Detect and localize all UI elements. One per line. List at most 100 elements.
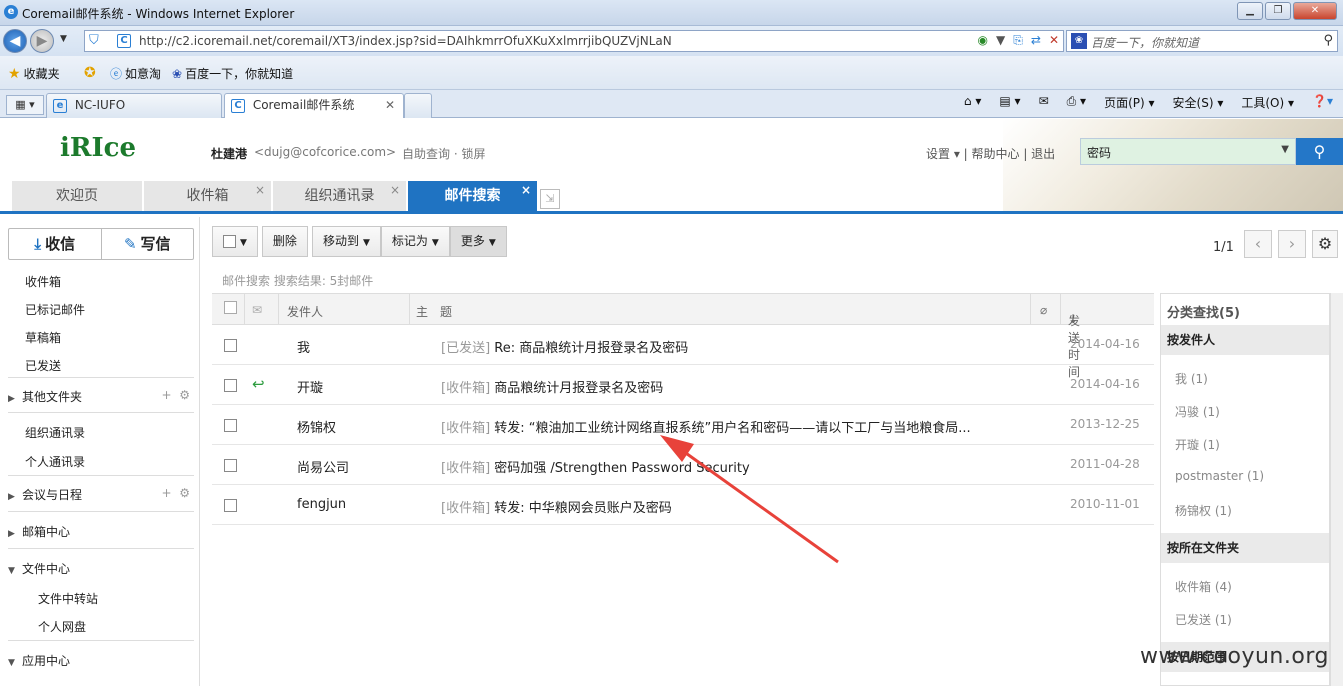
sidebar-group-file-center[interactable]: ▼ 文件中心 [8, 560, 194, 577]
ie-search-box[interactable]: ❀ 百度一下，你就知道 ⚲ [1066, 30, 1338, 52]
filter-sender-item[interactable]: postmaster (1) [1175, 469, 1264, 483]
sidebar-group-app-center[interactable]: ▼ 应用中心 [8, 652, 194, 669]
company-logo[interactable]: iRIce [60, 133, 136, 163]
tab-mail-search[interactable]: 邮件搜索 × [408, 181, 538, 211]
row-checkbox[interactable] [224, 499, 237, 512]
address-field[interactable]: ⛉ C http://c2.icoremail.net/coremail/XT3… [84, 30, 1064, 52]
prev-page-button[interactable]: ‹ [1244, 230, 1272, 258]
close-tab-icon[interactable]: × [255, 175, 265, 205]
close-window-button[interactable]: ✕ [1293, 2, 1337, 20]
search-dropdown-icon[interactable]: ▼ [1281, 144, 1289, 155]
sidebar-item-flagged[interactable]: 已标记邮件 [25, 301, 85, 318]
gear-icon[interactable]: ⚙ [179, 388, 190, 402]
sidebar-item-file-transfer[interactable]: 文件中转站 [38, 590, 98, 607]
stop-icon[interactable]: ✕ [1049, 33, 1059, 48]
next-page-button[interactable]: › [1278, 230, 1306, 258]
settings-gear-button[interactable]: ⚙ [1312, 230, 1338, 258]
close-tab-icon[interactable]: × [521, 175, 531, 205]
row-checkbox[interactable] [224, 459, 237, 472]
tab-restore-icon[interactable]: ⇲ [540, 189, 560, 209]
filter-sender-item[interactable]: 我 (1) [1175, 370, 1208, 387]
add-icon[interactable]: + [162, 388, 172, 402]
header-links[interactable]: 自助查询 · 锁屏 [402, 145, 485, 162]
tab-welcome[interactable]: 欢迎页 [12, 181, 143, 211]
attachment-icon[interactable]: ⌀ [1040, 303, 1047, 317]
row-subject-cell[interactable]: [收件箱] 转发: 中华粮网会员账户及密码 [441, 497, 672, 516]
more-button[interactable]: 更多 ▼ [449, 226, 507, 257]
row-checkbox[interactable] [224, 419, 237, 432]
row-subject-cell[interactable]: [已发送] Re: 商品粮统计月报登录名及密码 [441, 337, 688, 356]
panel-scrollbar[interactable] [1330, 293, 1343, 686]
add-icon[interactable]: + [162, 486, 172, 500]
sidebar-item-org-contacts[interactable]: 组织通讯录 [25, 424, 85, 441]
sidebar-item-personal-contacts[interactable]: 个人通讯录 [25, 453, 85, 470]
close-tab-icon[interactable]: ✕ [385, 94, 395, 116]
row-checkbox[interactable] [224, 379, 237, 392]
gear-icon[interactable]: ⚙ [179, 486, 190, 500]
sidebar-item-personal-disk[interactable]: 个人网盘 [38, 618, 86, 635]
tab-nc-iufo[interactable]: e NC-IUFO [46, 93, 222, 118]
tab-inbox[interactable]: 收件箱 × [144, 181, 272, 211]
fav-link-ruyitao[interactable]: ⓔ 如意淘 [110, 65, 161, 82]
home-icon[interactable]: ⌂ ▾ [964, 94, 981, 111]
read-status-icon[interactable]: ✉ [252, 303, 262, 317]
row-subject-cell[interactable]: [收件箱] 商品粮统计月报登录名及密码 [441, 377, 663, 396]
row-checkbox[interactable] [224, 339, 237, 352]
search-icon[interactable]: ⚲ [1323, 33, 1333, 48]
receive-button[interactable]: ⤓ 收信 [9, 229, 102, 259]
checkbox[interactable] [223, 235, 236, 248]
mark-as-button[interactable]: 标记为 ▼ [380, 226, 450, 257]
quick-tabs-button[interactable]: ▦ ▾ [6, 95, 44, 115]
sidebar-item-inbox[interactable]: 收件箱 [25, 273, 61, 290]
sidebar-item-drafts[interactable]: 草稿箱 [25, 329, 61, 346]
refresh-icon[interactable]: ⇄ [1031, 33, 1041, 48]
table-row[interactable]: 杨锦权 [收件箱] 转发: “粮油加工业统计网络直报系统”用户名和密码——请以下工… [212, 405, 1154, 445]
favorites-button[interactable]: ★ 收藏夹 [8, 65, 60, 82]
tools-menu[interactable]: 工具(O) ▾ [1241, 94, 1294, 111]
back-button[interactable]: ◀ [3, 29, 27, 53]
fav-link-baidu[interactable]: ❀ 百度一下，你就知道 [172, 65, 293, 82]
mail-icon[interactable]: ✉ [1039, 94, 1049, 111]
forward-button[interactable]: ▶ [30, 29, 54, 53]
select-all-checkbox[interactable]: ▼ [212, 226, 258, 257]
filter-folder-item[interactable]: 收件箱 (4) [1175, 578, 1232, 595]
feeds-icon[interactable]: ▤ ▾ [999, 94, 1020, 111]
filter-sender-item[interactable]: 冯骏 (1) [1175, 403, 1220, 420]
table-row[interactable]: ↩ 开璇 [收件箱] 商品粮统计月报登录名及密码 2014-04-16 [212, 365, 1154, 405]
table-row[interactable]: 尚易公司 [收件箱] 密码加强 /Strengthen Password Secu… [212, 445, 1154, 485]
filter-sender-item[interactable]: 开璇 (1) [1175, 436, 1220, 453]
mail-search-input[interactable]: 密码 ▼ [1080, 138, 1296, 165]
delete-button[interactable]: 删除 [261, 226, 308, 257]
new-tab-button[interactable] [404, 93, 432, 118]
sidebar-group-mailbox-center[interactable]: ▶ 邮箱中心 [8, 523, 194, 540]
col-subject[interactable]: 主 题 [416, 303, 452, 320]
compose-button[interactable]: ✎ 写信 [102, 229, 194, 259]
history-dropdown-icon[interactable]: ▼ [60, 34, 67, 44]
move-to-button[interactable]: 移动到 ▼ [311, 226, 381, 257]
help-icon[interactable]: ❓▾ [1312, 94, 1333, 111]
close-tab-icon[interactable]: × [390, 175, 400, 205]
page-menu[interactable]: 页面(P) ▾ [1104, 94, 1154, 111]
print-icon[interactable]: ⎙ ▾ [1067, 94, 1086, 111]
sidebar-group-calendar[interactable]: ▶ 会议与日程 + ⚙ [8, 486, 194, 503]
maximize-button[interactable]: ❐ [1265, 2, 1291, 20]
table-row[interactable]: 我 [已发送] Re: 商品粮统计月报登录名及密码 2014-04-16 [212, 325, 1154, 365]
minimize-button[interactable]: ▁ [1237, 2, 1263, 20]
mail-search-button[interactable]: ⚲ [1296, 138, 1343, 165]
tab-org-contacts[interactable]: 组织通讯录 × [273, 181, 407, 211]
col-sender[interactable]: 发件人 [287, 303, 323, 320]
safety-menu[interactable]: 安全(S) ▾ [1173, 94, 1224, 111]
sidebar-item-sent[interactable]: 已发送 [25, 357, 61, 374]
filter-sender-item[interactable]: 杨锦权 (1) [1175, 502, 1232, 519]
tab-coremail[interactable]: C Coremail邮件系统 ✕ [224, 93, 404, 118]
filter-folder-item[interactable]: 已发送 (1) [1175, 611, 1232, 628]
address-dropdown-icon[interactable]: ▼ [996, 33, 1005, 48]
compat-view-icon[interactable]: ⎘ [1013, 33, 1023, 48]
header-right-links[interactable]: 设置 ▾ | 帮助中心 | 退出 [926, 145, 1055, 162]
row-subject-cell[interactable]: [收件箱] 转发: “粮油加工业统计网络直报系统”用户名和密码——请以下工厂与当… [441, 417, 971, 436]
add-favorite-button[interactable]: ✪ [84, 65, 96, 81]
row-subject-cell[interactable]: [收件箱] 密码加强 /Strengthen Password Security [441, 457, 750, 476]
table-row[interactable]: fengjun [收件箱] 转发: 中华粮网会员账户及密码 2010-11-01 [212, 485, 1154, 525]
compat-icon[interactable]: ◉ [978, 33, 988, 48]
header-checkbox[interactable] [224, 301, 237, 314]
